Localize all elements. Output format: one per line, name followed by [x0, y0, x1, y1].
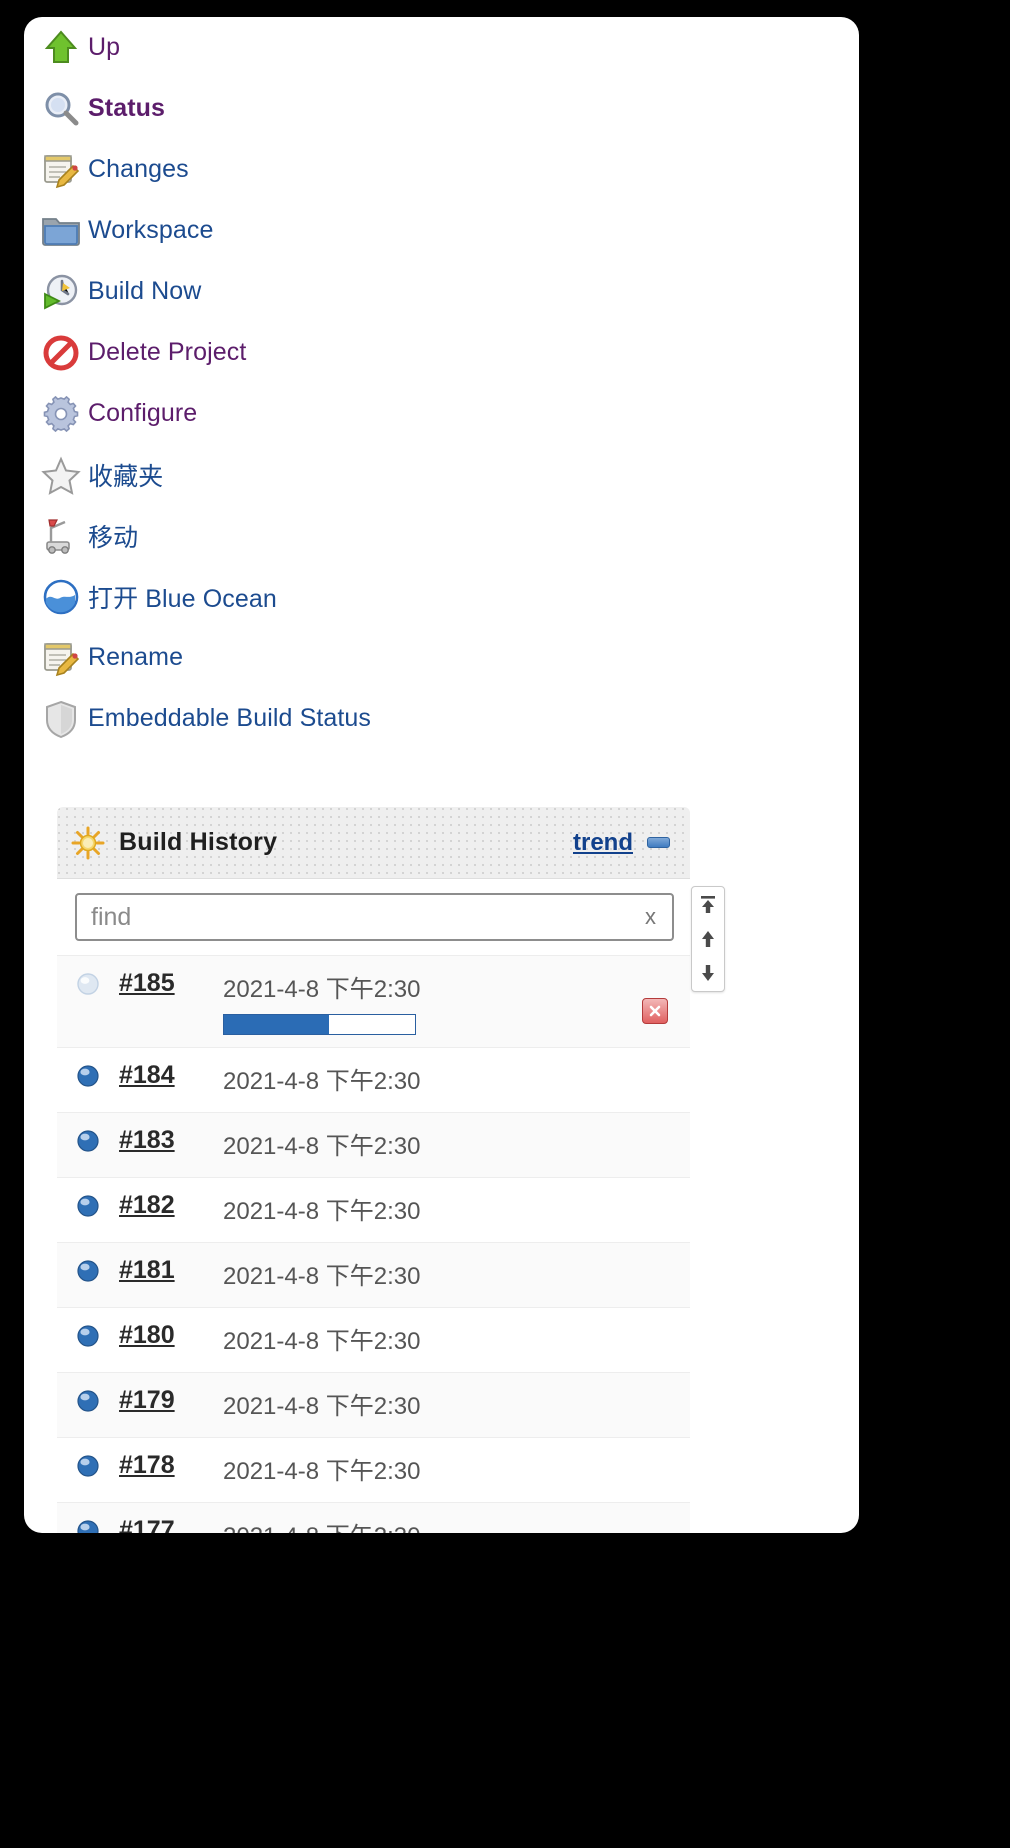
build-number-link[interactable]: #185 — [119, 969, 223, 998]
up-arrow-icon — [34, 26, 88, 70]
sidebar-item-5[interactable]: Build Now — [24, 261, 684, 322]
sidebar-item-6[interactable]: Delete Project — [24, 322, 684, 383]
sun-icon — [57, 826, 119, 860]
build-row[interactable]: #184 2021-4-8 下午2:30 — [57, 1047, 690, 1112]
sidebar-item-label: Changes — [88, 155, 189, 183]
sidebar-item-10[interactable]: 打开 Blue Ocean — [24, 566, 684, 627]
build-history-header: Build History trend — [57, 807, 690, 879]
build-history-scroll-controls[interactable] — [691, 886, 725, 992]
build-row[interactable]: #185 2021-4-8 下午2:30 — [57, 955, 690, 1047]
build-timestamp: 2021-4-8 下午2:30 — [223, 1328, 421, 1355]
trend-link[interactable]: trend — [573, 829, 633, 857]
build-row[interactable]: #179 2021-4-8 下午2:30 — [57, 1372, 690, 1437]
minus-icon[interactable] — [647, 837, 670, 848]
build-timestamp: 2021-4-8 下午2:30 — [223, 1198, 421, 1225]
build-row[interactable]: #181 2021-4-8 下午2:30 — [57, 1242, 690, 1307]
build-row[interactable]: #183 2021-4-8 下午2:30 — [57, 1112, 690, 1177]
sidebar-item-7[interactable]: Configure — [24, 383, 684, 444]
build-timestamp: 2021-4-8 下午2:30 — [223, 1133, 421, 1160]
sidebar-item-label: Workspace — [88, 216, 214, 244]
blue-ocean-icon — [34, 575, 88, 619]
build-history-panel: Build History trend x #1852021-4-8 下午2:3… — [57, 807, 690, 1533]
crane-move-icon — [34, 514, 88, 558]
build-status-blue-icon — [75, 1516, 119, 1533]
build-history-body: x #1852021-4-8 下午2:30#1842021-4-8 下午2:30… — [57, 879, 690, 1533]
sidebar-item-label: Rename — [88, 643, 184, 671]
sidebar-item-4[interactable]: Workspace — [24, 200, 684, 261]
build-status-pending-icon — [75, 969, 119, 1002]
build-status-blue-icon — [75, 1061, 119, 1094]
sidebar-item-label: 打开 Blue Ocean — [88, 584, 277, 613]
build-number-link[interactable]: #179 — [119, 1386, 223, 1415]
no-entry-icon — [34, 331, 88, 375]
sidebar-item-label: Embeddable Build Status — [88, 704, 372, 732]
build-status-blue-icon — [75, 1321, 119, 1354]
sidebar-item-11[interactable]: Rename — [24, 627, 684, 688]
build-number-link[interactable]: #181 — [119, 1256, 223, 1285]
build-progress-bar — [223, 1014, 416, 1035]
build-search-box[interactable]: x — [75, 893, 674, 941]
build-status-blue-icon — [75, 1451, 119, 1484]
notepad-pencil-icon — [34, 636, 88, 680]
star-icon — [34, 453, 88, 497]
build-timestamp: 2021-4-8 下午2:30 — [223, 1263, 421, 1290]
magnifier-icon — [34, 87, 88, 131]
build-number-link[interactable]: #180 — [119, 1321, 223, 1350]
sidebar-item-12[interactable]: Embeddable Build Status — [24, 688, 684, 749]
build-timestamp: 2021-4-8 下午2:30 — [223, 1458, 421, 1485]
notepad-pencil-icon — [34, 148, 88, 192]
stop-build-icon[interactable] — [642, 998, 668, 1024]
sidebar-item-label: 收藏夹 — [88, 462, 164, 491]
clear-search-icon[interactable]: x — [637, 904, 672, 930]
scroll-down-icon[interactable] — [696, 961, 720, 985]
sidebar-item-label: Up — [88, 33, 121, 61]
build-history-title: Build History — [119, 828, 278, 856]
sidebar-item-label: 移动 — [88, 523, 139, 552]
build-timestamp: 2021-4-8 下午2:30 — [223, 976, 421, 1003]
build-row[interactable]: #180 2021-4-8 下午2:30 — [57, 1307, 690, 1372]
sidebar-item-2[interactable]: Status — [24, 78, 684, 139]
scroll-up-icon[interactable] — [696, 927, 720, 951]
sidebar-item-label: Build Now — [88, 277, 202, 305]
folder-icon — [34, 209, 88, 253]
sidebar-item-label: Configure — [88, 399, 198, 427]
sidebar-item-8[interactable]: 收藏夹 — [24, 444, 684, 505]
build-status-blue-icon — [75, 1126, 119, 1159]
clock-play-icon — [34, 270, 88, 314]
build-number-link[interactable]: #184 — [119, 1061, 223, 1090]
sidebar-tasks: Up Status Changes Workspace Build Now Delete … — [24, 17, 684, 749]
sidebar-item-9[interactable]: 移动 — [24, 505, 684, 566]
sidebar-item-3[interactable]: Changes — [24, 139, 684, 200]
search-input[interactable] — [77, 902, 637, 932]
build-number-link[interactable]: #177 — [119, 1516, 223, 1533]
jenkins-page-card: Up Status Changes Workspace Build Now Delete … — [24, 17, 859, 1533]
build-list: #185 2021-4-8 下午2:30 #184 2021-4-8 下午2:30 #1… — [57, 955, 690, 1533]
gear-icon — [34, 392, 88, 436]
scroll-to-top-icon[interactable] — [696, 893, 720, 917]
build-row[interactable]: #182 2021-4-8 下午2:30 — [57, 1177, 690, 1242]
build-number-link[interactable]: #178 — [119, 1451, 223, 1480]
build-number-link[interactable]: #182 — [119, 1191, 223, 1220]
build-timestamp: 2021-4-8 下午2:30 — [223, 1516, 420, 1533]
build-status-blue-icon — [75, 1256, 119, 1289]
build-timestamp: 2021-4-8 下午2:30 — [223, 1068, 421, 1095]
sidebar-item-label: Status — [88, 94, 166, 122]
sidebar-item-label: Delete Project — [88, 338, 247, 366]
build-row[interactable]: #1772021-4-8 下午2:30 — [57, 1502, 690, 1533]
build-number-link[interactable]: #183 — [119, 1126, 223, 1155]
build-status-blue-icon — [75, 1191, 119, 1224]
sidebar-item-1[interactable]: Up — [24, 17, 684, 78]
shield-icon — [34, 697, 88, 741]
build-row[interactable]: #178 2021-4-8 下午2:30 — [57, 1437, 690, 1502]
build-timestamp: 2021-4-8 下午2:30 — [223, 1393, 421, 1420]
build-status-blue-icon — [75, 1386, 119, 1419]
